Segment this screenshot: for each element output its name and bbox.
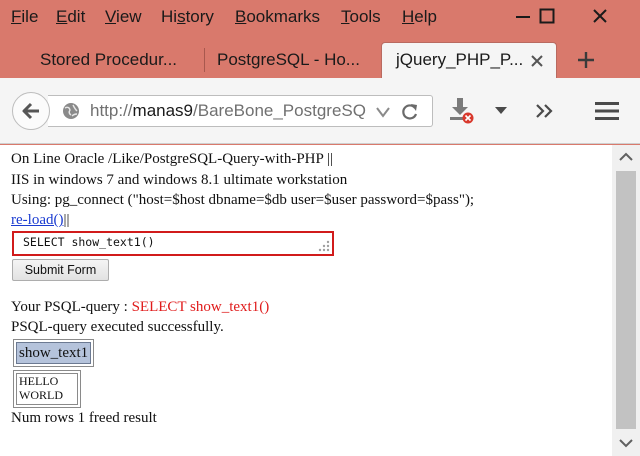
menu-history[interactable]: History [160,6,215,28]
tab-label: Stored Procedur... [40,50,178,69]
reload-link[interactable]: re-load() [11,212,63,228]
close-window-button[interactable] [577,0,623,32]
resize-grip-icon[interactable] [318,240,330,252]
open-menu-button[interactable] [592,96,622,126]
address-bar[interactable]: http://manas9/BareBone_PostgreSQ [48,95,433,127]
menu-help[interactable]: Help [401,6,438,28]
scroll-up-icon[interactable] [619,152,633,162]
tab-label: jQuery_PHP_P... [396,50,524,69]
menu-bar: File Edit View History Bookmarks Tools H… [0,0,640,34]
submit-form-button[interactable]: Submit Form [12,259,109,281]
menu-bookmarks[interactable]: Bookmarks [234,6,321,28]
close-icon [593,9,607,23]
dropdown-arrow-icon[interactable] [375,106,391,118]
table-cell: HELLO WORLD [16,373,78,405]
menu-tools[interactable]: Tools [340,6,382,28]
result-table-row: HELLO WORLD [13,370,81,408]
new-tab-icon [578,52,594,68]
reload-icon[interactable] [400,102,420,122]
vertical-scrollbar[interactable] [612,145,640,456]
query-input[interactable]: SELECT show_text1() [12,231,334,256]
back-button[interactable] [12,92,50,130]
result-table-header: show_text1 [13,339,94,367]
navigation-toolbar: http://manas9/BareBone_PostgreSQ [0,78,640,144]
scroll-thumb[interactable] [616,171,636,429]
tab-postgresql[interactable]: PostgreSQL - Ho... [217,42,367,78]
hamburger-menu-icon [595,102,619,120]
menu-edit[interactable]: Edit [55,6,86,28]
dropdown-arrow-icon [495,107,507,114]
menu-file[interactable]: File [10,6,39,28]
your-query-line: Your PSQL-query : SELECT show_text1() [11,299,270,315]
page-heading-line: On Line Oracle /Like/PostgreSQL-Query-wi… [11,151,334,167]
maximize-icon [539,8,555,24]
page-content: On Line Oracle /Like/PostgreSQL-Query-wi… [0,145,612,456]
query-input-value: SELECT show_text1() [23,235,155,249]
menu-view[interactable]: View [104,6,143,28]
overflow-chevron-icon [536,104,553,118]
connect-info-line: Using: pg_connect ("host=$host dbname=$d… [11,192,475,208]
tab-stored-procedures[interactable]: Stored Procedur... [40,42,190,78]
num-rows-line: Num rows 1 freed result [11,410,157,426]
download-button[interactable] [448,96,476,126]
back-arrow-icon [22,102,39,120]
url-text[interactable]: http://manas9/BareBone_PostgreSQ [90,96,370,126]
download-dropdown[interactable] [490,100,512,122]
maximize-button[interactable] [524,0,570,32]
execution-status: PSQL-query executed successfully. [11,319,224,335]
globe-icon [63,103,79,119]
executed-query: SELECT show_text1() [131,299,270,315]
tab-jquery-php-active[interactable]: jQuery_PHP_P... [381,42,557,78]
tab-separator [204,48,205,72]
download-icon [450,98,474,124]
tab-close-icon[interactable] [531,55,543,67]
column-header: show_text1 [16,342,91,364]
server-info-line: IIS in windows 7 and windows 8.1 ultimat… [11,172,348,188]
new-tab-button[interactable] [572,46,600,74]
tab-strip: Stored Procedur... PostgreSQL - Ho... jQ… [0,34,640,78]
tab-label: PostgreSQL - Ho... [217,50,360,69]
overflow-menu-button[interactable] [532,98,558,124]
scroll-down-icon[interactable] [619,438,633,448]
reload-line: re-load()|| [11,212,70,228]
